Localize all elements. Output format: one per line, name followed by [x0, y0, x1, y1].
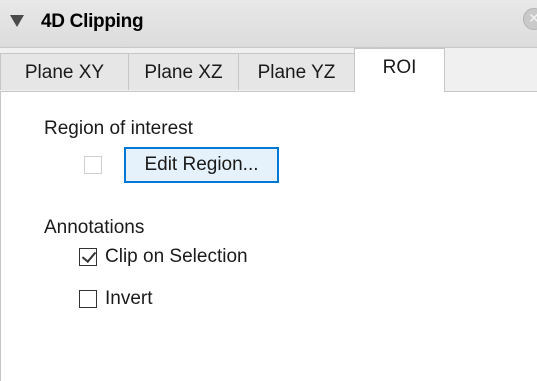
tab-plane-xz[interactable]: Plane XZ: [128, 53, 239, 90]
edit-region-button[interactable]: Edit Region...: [124, 147, 279, 183]
invert-checkbox[interactable]: [79, 290, 97, 308]
region-enable-checkbox[interactable]: [84, 156, 102, 174]
roi-content-panel: Region of interest Edit Region... Annota…: [0, 92, 537, 381]
triangle-down-icon[interactable]: [10, 15, 24, 27]
annotations-heading: Annotations: [44, 217, 145, 238]
close-icon[interactable]: ✕: [523, 8, 537, 30]
tab-bar: Plane XY Plane XZ Plane YZ ROI: [0, 48, 537, 92]
tab-plane-xy[interactable]: Plane XY: [0, 53, 129, 90]
invert-label[interactable]: Invert: [105, 288, 153, 310]
checkmark-icon: [81, 247, 97, 264]
tab-plane-yz[interactable]: Plane YZ: [238, 53, 355, 90]
clip-on-selection-label[interactable]: Clip on Selection: [105, 246, 248, 268]
panel-header: 4D Clipping ✕: [0, 0, 537, 48]
region-of-interest-heading: Region of interest: [44, 118, 193, 139]
panel-title: 4D Clipping: [41, 11, 144, 32]
tab-roi[interactable]: ROI: [354, 48, 445, 92]
clip-on-selection-checkbox[interactable]: [79, 247, 97, 266]
